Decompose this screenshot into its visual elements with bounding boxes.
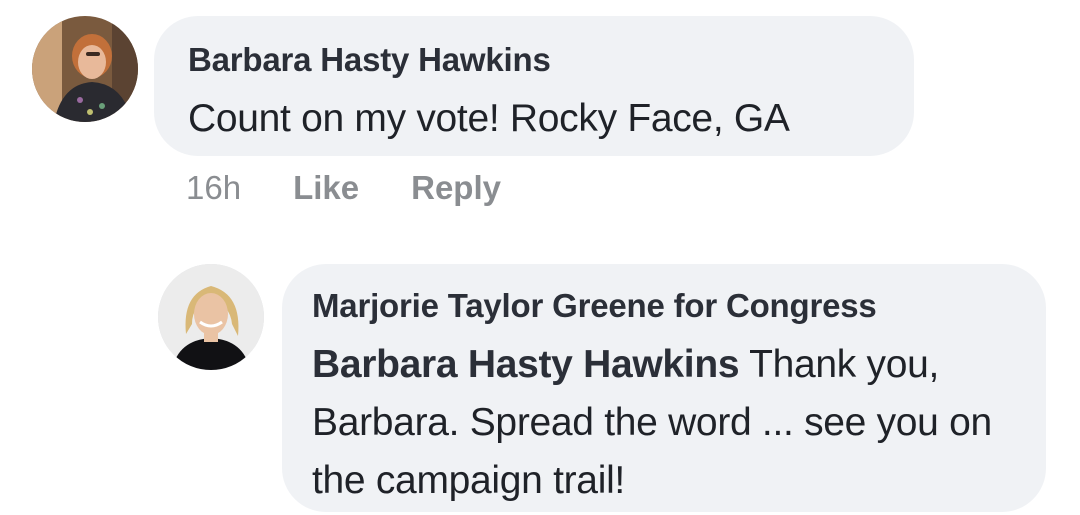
reply-text: Barbara Hasty Hawkins Thank you, Barbara… (312, 336, 1012, 510)
commenter-avatar[interactable] (32, 16, 138, 122)
reply-bubble: Marjorie Taylor Greene for Congress Barb… (282, 264, 1046, 512)
replier-avatar[interactable] (158, 264, 264, 370)
comment-author-name[interactable]: Barbara Hasty Hawkins (188, 40, 880, 80)
comment-bubble: Barbara Hasty Hawkins Count on my vote! … (154, 16, 914, 156)
like-button[interactable]: Like (293, 166, 359, 210)
reply-author-name[interactable]: Marjorie Taylor Greene for Congress (312, 286, 1012, 326)
comment-actions: 16h Like Reply (186, 166, 501, 210)
comment-timestamp[interactable]: 16h (186, 166, 241, 210)
comment-text: Count on my vote! Rocky Face, GA (188, 97, 790, 140)
reply-button[interactable]: Reply (411, 166, 501, 210)
mention-tag[interactable]: Barbara Hasty Hawkins (312, 343, 740, 386)
